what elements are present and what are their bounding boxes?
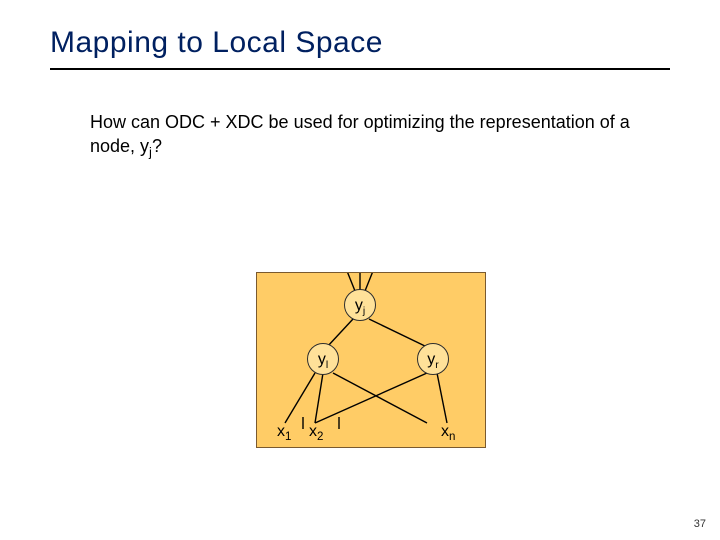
node-yl-main: y: [318, 351, 326, 368]
leaf-x2: x2: [309, 423, 323, 443]
node-yl-sub: l: [326, 360, 328, 371]
slide-question: How can ODC + XDC be used for optimizing…: [90, 110, 650, 161]
node-yj: yj: [344, 289, 376, 321]
title-underline: [50, 68, 670, 70]
diagram-canvas: yj yl yr x1 x2 xn: [256, 272, 486, 448]
node-yr: yr: [417, 343, 449, 375]
leaf-xn-main: x: [441, 423, 449, 440]
leaf-x1: x1: [277, 423, 291, 443]
question-part-a: How can ODC + XDC be used for optimizing…: [90, 112, 630, 156]
slide-number: 37: [694, 518, 706, 530]
node-yl: yl: [307, 343, 339, 375]
node-yr-sub: r: [435, 360, 438, 371]
node-yj-sub: j: [363, 306, 365, 317]
leaf-x2-main: x: [309, 423, 317, 440]
leaf-xn: xn: [441, 423, 455, 443]
slide-title: Mapping to Local Space: [50, 26, 383, 60]
leaf-x1-main: x: [277, 423, 285, 440]
node-yj-main: y: [355, 297, 363, 314]
leaf-x2-sub: 2: [317, 431, 323, 443]
question-part-b: ?: [152, 136, 162, 156]
leaf-xn-sub: n: [449, 431, 455, 443]
leaf-x1-sub: 1: [285, 431, 291, 443]
